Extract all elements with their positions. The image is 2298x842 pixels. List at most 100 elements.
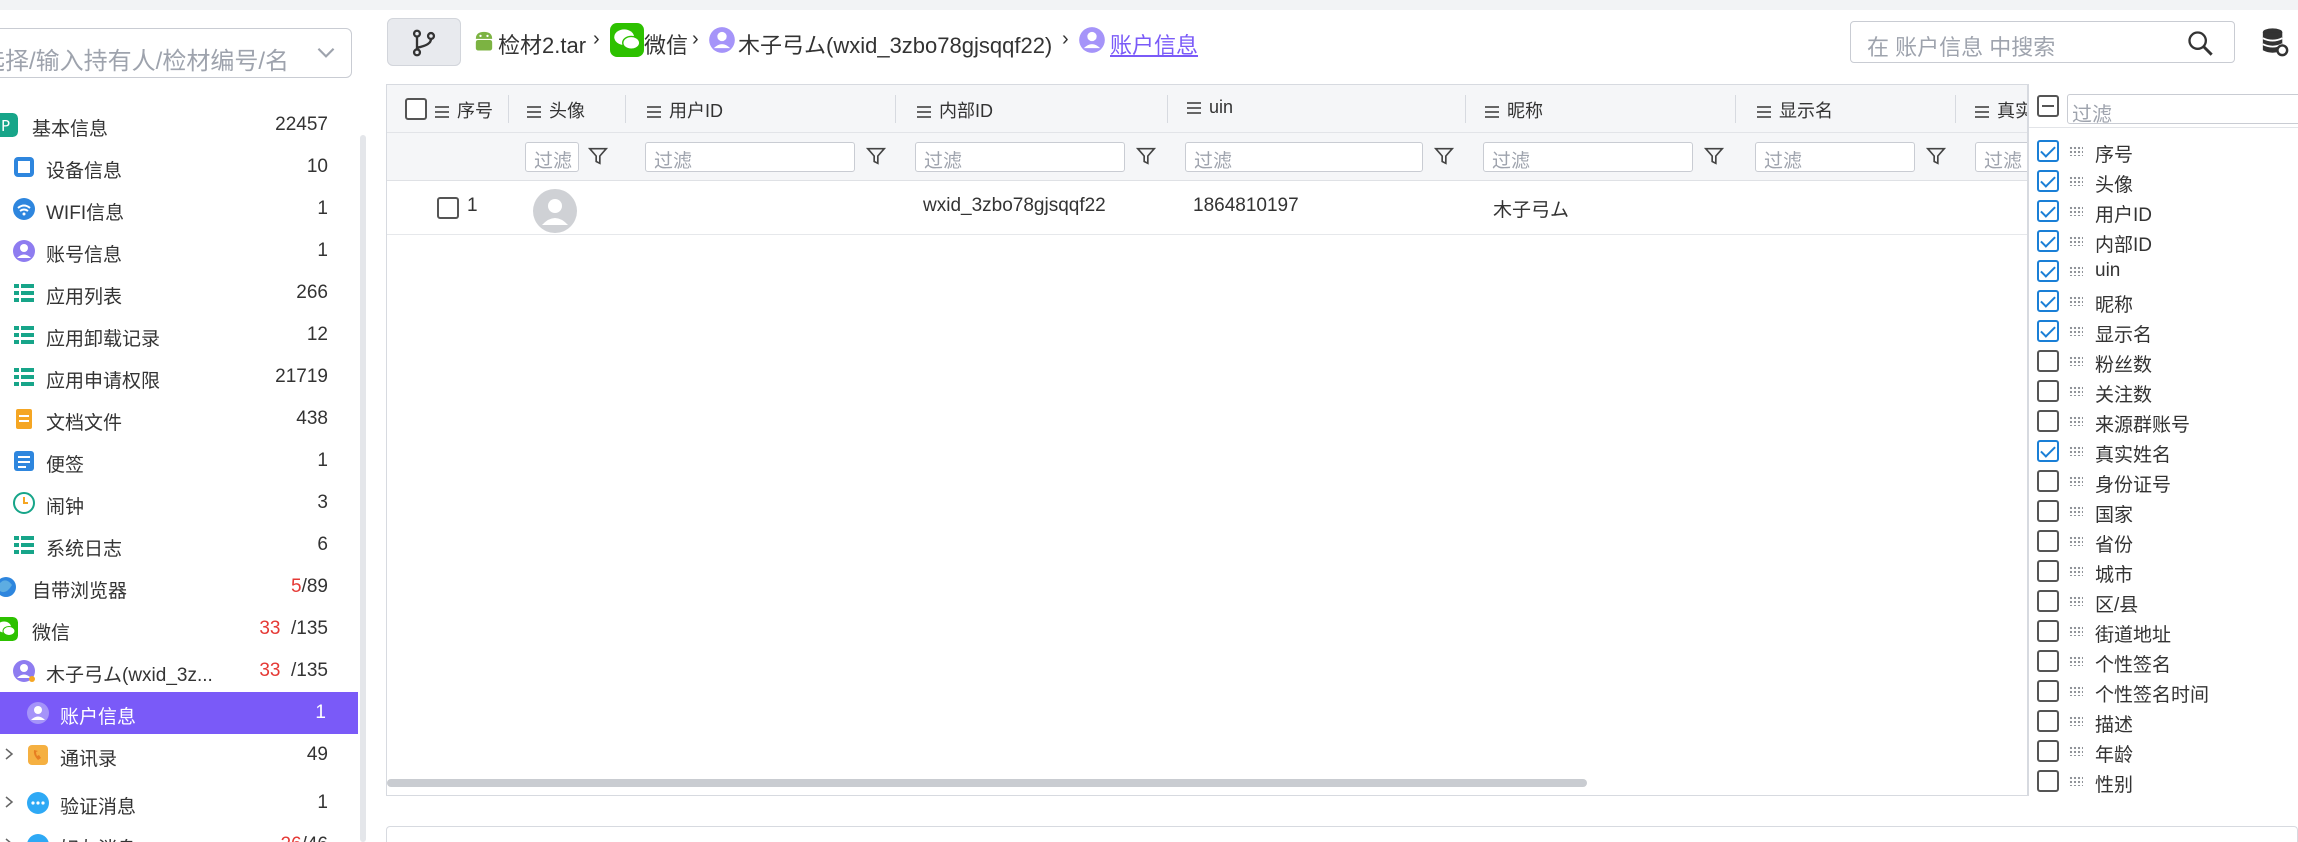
column-toggle-item[interactable]: 身份证号 xyxy=(2029,466,2298,496)
sidebar-item-alarm[interactable]: 闹钟 3 xyxy=(0,482,360,524)
horizontal-scrollbar[interactable] xyxy=(387,779,1587,787)
column-toggle-item[interactable]: 个性签名 xyxy=(2029,646,2298,676)
chevron-right-icon[interactable] xyxy=(2,837,16,842)
column-header-uin[interactable]: uin xyxy=(1187,97,1233,118)
filter-icon[interactable] xyxy=(587,145,609,167)
column-visibility-checkbox[interactable] xyxy=(2037,440,2059,462)
sidebar-item-notes[interactable]: 便签 1 xyxy=(0,440,360,482)
column-visibility-checkbox[interactable] xyxy=(2037,170,2059,192)
drag-handle-icon[interactable] xyxy=(2069,146,2083,156)
column-toggle-item[interactable]: 昵称 xyxy=(2029,286,2298,316)
column-visibility-checkbox[interactable] xyxy=(2037,380,2059,402)
column-toggle-item[interactable]: 个性签名时间 xyxy=(2029,676,2298,706)
sidebar-item-app-permissions[interactable]: 应用申请权限 21719 xyxy=(0,356,360,398)
sidebar-item-app-list[interactable]: 应用列表 266 xyxy=(0,272,360,314)
column-header-user-id[interactable]: 用户ID xyxy=(647,97,723,123)
column-divider[interactable] xyxy=(625,95,626,123)
column-divider[interactable] xyxy=(1465,95,1466,123)
filter-icon[interactable] xyxy=(1703,145,1725,167)
drag-handle-icon[interactable] xyxy=(2069,236,2083,246)
drag-handle-icon[interactable] xyxy=(2069,506,2083,516)
select-all-checkbox[interactable] xyxy=(405,98,427,120)
drag-handle-icon[interactable] xyxy=(2069,716,2083,726)
filter-input-internal-id[interactable]: 过滤 xyxy=(915,142,1125,172)
sidebar-item-basic-info[interactable]: P 基本信息 22457 xyxy=(0,104,360,146)
branch-button[interactable] xyxy=(387,18,461,66)
column-toggle-item[interactable]: 头像 xyxy=(2029,166,2298,196)
drag-handle-icon[interactable] xyxy=(2069,746,2083,756)
search-input[interactable]: 在 账户信息 中搜索 xyxy=(1867,30,2055,62)
column-visibility-checkbox[interactable] xyxy=(2037,500,2059,522)
column-visibility-checkbox[interactable] xyxy=(2037,560,2059,582)
column-toggle-item[interactable]: 描述 xyxy=(2029,706,2298,736)
column-header-real-name[interactable]: 真实姓名 xyxy=(1975,97,2027,123)
drag-handle-icon[interactable] xyxy=(2069,596,2083,606)
column-visibility-checkbox[interactable] xyxy=(2037,740,2059,762)
drag-handle-icon[interactable] xyxy=(2069,416,2083,426)
filter-icon[interactable] xyxy=(1925,145,1947,167)
column-toggle-item[interactable]: 真实姓名 xyxy=(2029,436,2298,466)
column-toggle-item[interactable]: 街道地址 xyxy=(2029,616,2298,646)
filter-input-avatar[interactable]: 过滤 xyxy=(525,142,579,172)
column-visibility-checkbox[interactable] xyxy=(2037,410,2059,432)
column-header-display-name[interactable]: 显示名 xyxy=(1757,97,1833,123)
table-row[interactable]: 1 wxid_3zbo78gjsqqf22 1864810197 木子弓ム xyxy=(387,181,2027,235)
column-toggle-item[interactable]: 显示名 xyxy=(2029,316,2298,346)
drag-handle-icon[interactable] xyxy=(2069,566,2083,576)
column-divider[interactable] xyxy=(1955,95,1956,123)
sidebar-item-documents[interactable]: 文档文件 438 xyxy=(0,398,360,440)
filter-icon[interactable] xyxy=(865,145,887,167)
column-toggle-item[interactable]: 序号 xyxy=(2029,136,2298,166)
column-visibility-checkbox[interactable] xyxy=(2037,470,2059,492)
search-icon[interactable] xyxy=(2186,29,2214,57)
column-toggle-item[interactable]: 城市 xyxy=(2029,556,2298,586)
column-toggle-item[interactable]: 内部ID xyxy=(2029,226,2298,256)
column-visibility-checkbox[interactable] xyxy=(2037,200,2059,222)
chevron-right-icon[interactable] xyxy=(2,747,16,761)
column-visibility-checkbox[interactable] xyxy=(2037,260,2059,282)
breadcrumb-item-user[interactable]: 木子弓ム(wxid_3zbo78gjsqqf22) xyxy=(738,28,1052,60)
drag-handle-icon[interactable] xyxy=(2069,386,2083,396)
column-toggle-item[interactable]: 区/县 xyxy=(2029,586,2298,616)
column-toggle-item[interactable]: 年龄 xyxy=(2029,736,2298,766)
column-visibility-checkbox[interactable] xyxy=(2037,650,2059,672)
drag-handle-icon[interactable] xyxy=(2069,326,2083,336)
column-header-nickname[interactable]: 昵称 xyxy=(1485,97,1543,123)
column-toggle-item[interactable]: 粉丝数 xyxy=(2029,346,2298,376)
column-visibility-checkbox[interactable] xyxy=(2037,620,2059,642)
database-search-icon[interactable] xyxy=(2260,26,2290,60)
drag-handle-icon[interactable] xyxy=(2069,626,2083,636)
column-visibility-checkbox[interactable] xyxy=(2037,710,2059,732)
chevron-right-icon[interactable] xyxy=(2,795,16,809)
drag-handle-icon[interactable] xyxy=(2069,206,2083,216)
search-box[interactable]: 在 账户信息 中搜索 xyxy=(1850,21,2235,63)
drag-handle-icon[interactable] xyxy=(2069,446,2083,456)
drag-handle-icon[interactable] xyxy=(2069,356,2083,366)
evidence-select[interactable]: 选择/输入持有人/检材编号/名 xyxy=(0,28,352,78)
column-toggle-item[interactable]: uin xyxy=(2029,256,2298,286)
drag-handle-icon[interactable] xyxy=(2069,536,2083,546)
sidebar-item-system-log[interactable]: 系统日志 6 xyxy=(0,524,360,566)
drag-handle-icon[interactable] xyxy=(2069,656,2083,666)
toggle-all-columns-checkbox[interactable] xyxy=(2037,95,2059,117)
sidebar-item-account-details[interactable]: 账户信息 1 xyxy=(0,692,358,734)
column-header-internal-id[interactable]: 内部ID xyxy=(917,97,993,123)
column-filter-input[interactable]: 过滤 xyxy=(2067,94,2298,126)
sidebar-item-wechat[interactable]: 微信 33 /135 xyxy=(0,608,360,650)
breadcrumb-item-evidence[interactable]: 检材2.tar xyxy=(498,28,586,60)
filter-input-user-id[interactable]: 过滤 xyxy=(645,142,855,172)
filter-icon[interactable] xyxy=(1135,145,1157,167)
column-visibility-checkbox[interactable] xyxy=(2037,230,2059,252)
column-toggle-item[interactable]: 国家 xyxy=(2029,496,2298,526)
column-divider[interactable] xyxy=(895,95,896,123)
column-divider[interactable] xyxy=(1167,95,1168,123)
column-visibility-checkbox[interactable] xyxy=(2037,590,2059,612)
sidebar-scrollbar[interactable] xyxy=(360,135,366,842)
row-checkbox[interactable] xyxy=(437,197,459,219)
filter-icon[interactable] xyxy=(1433,145,1455,167)
column-visibility-checkbox[interactable] xyxy=(2037,140,2059,162)
column-visibility-checkbox[interactable] xyxy=(2037,320,2059,342)
sidebar-item-app-uninstall[interactable]: 应用卸载记录 12 xyxy=(0,314,360,356)
column-divider[interactable] xyxy=(1735,95,1736,123)
filter-input-real-name[interactable]: 过滤 xyxy=(1975,142,2027,172)
